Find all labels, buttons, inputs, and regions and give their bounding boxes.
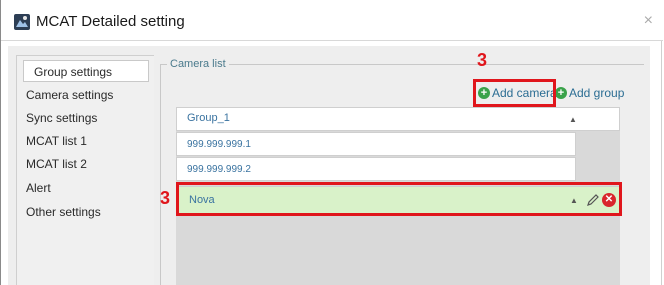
settings-nav: Group settings Camera settings Sync sett… <box>16 55 154 285</box>
camera-row[interactable]: 999.999.999.2 <box>176 157 576 181</box>
window-title: MCAT Detailed setting <box>36 13 185 30</box>
highlight-add-camera <box>473 79 556 107</box>
callout-number: 3 <box>477 50 488 70</box>
nav-item-sync-settings[interactable]: Sync settings <box>17 107 154 129</box>
title-bar: MCAT Detailed setting × <box>1 0 663 40</box>
nav-item-group-settings[interactable]: Group settings <box>23 60 149 82</box>
add-group-button[interactable]: + Add group <box>555 86 624 100</box>
nav-item-alert[interactable]: Alert <box>17 177 154 199</box>
title-divider <box>1 40 663 41</box>
nav-item-camera-settings[interactable]: Camera settings <box>17 84 154 106</box>
highlight-nova-row <box>176 182 622 216</box>
nav-item-other-settings[interactable]: Other settings <box>17 201 154 223</box>
group-row[interactable]: Group_1 ▲ <box>176 107 620 131</box>
add-icon: + <box>555 87 567 99</box>
camera-list-legend: Camera list <box>167 58 229 70</box>
close-icon[interactable]: × <box>644 12 653 30</box>
app-camera-icon <box>14 14 30 30</box>
camera-address: 999.999.999.2 <box>187 164 251 175</box>
callout-number: 3 <box>160 188 171 208</box>
collapse-caret-icon[interactable]: ▲ <box>569 115 577 124</box>
camera-row[interactable]: 999.999.999.1 <box>176 132 576 156</box>
camera-address: 999.999.999.1 <box>187 139 251 150</box>
add-group-label: Add group <box>569 86 625 100</box>
nav-item-mcat-list-2[interactable]: MCAT list 2 <box>17 153 154 175</box>
group-name: Group_1 <box>187 112 230 124</box>
nav-item-mcat-list-1[interactable]: MCAT list 1 <box>17 130 154 152</box>
